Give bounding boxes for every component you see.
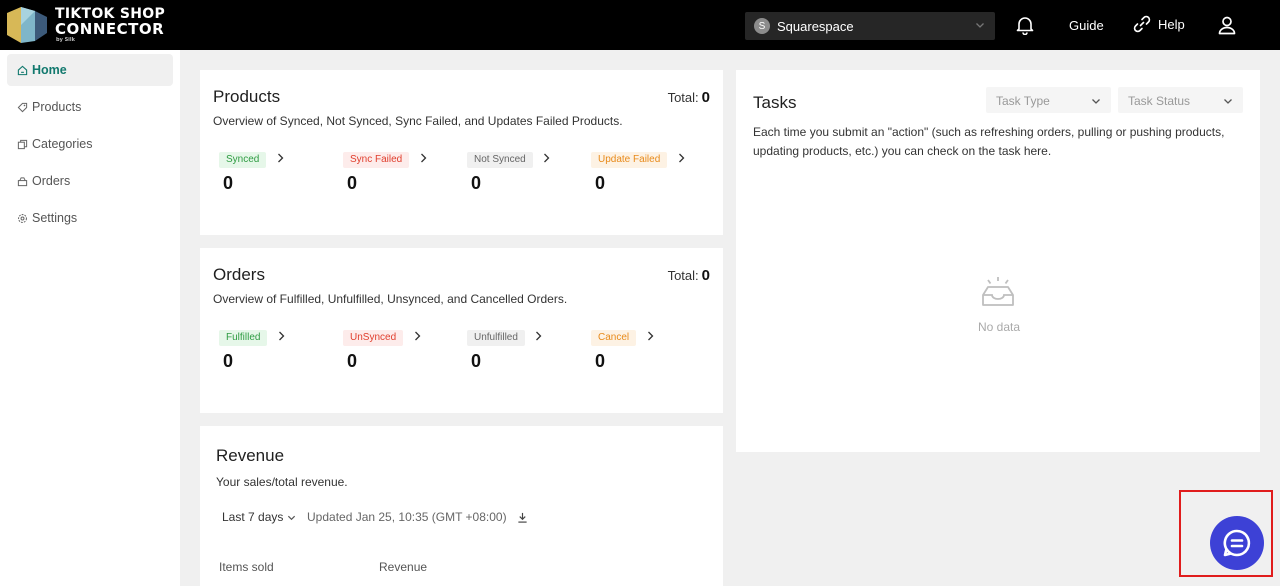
- task-status-placeholder: Task Status: [1128, 94, 1191, 108]
- chevron-right-icon: [544, 153, 550, 163]
- stat-value: 0: [223, 351, 234, 371]
- stat-value: 0: [471, 351, 482, 371]
- tag-icon: [17, 102, 28, 112]
- unfulfilled-tag: Unfulfilled: [467, 330, 525, 346]
- sidebar-item-label: Home: [32, 63, 67, 77]
- unsynced-tag: UnSynced: [343, 330, 404, 346]
- guide-link[interactable]: Guide: [1069, 18, 1104, 33]
- stat-sync-failed[interactable]: Sync Failed 0: [343, 149, 427, 193]
- chevron-down-icon: [1224, 99, 1232, 104]
- orders-total-value: 0: [701, 267, 710, 284]
- user-icon[interactable]: [1217, 15, 1237, 35]
- sidebar-item-orders[interactable]: Orders: [7, 165, 173, 197]
- link-icon: [1133, 15, 1151, 33]
- stat-value: 0: [223, 173, 234, 193]
- updated-text: Updated Jan 25, 10:35 (GMT +08:00): [307, 510, 507, 524]
- tasks-title: Tasks: [753, 93, 797, 112]
- stat-synced[interactable]: Synced 0: [219, 149, 284, 193]
- updated-info: Updated Jan 25, 10:35 (GMT +08:00): [307, 510, 528, 524]
- revenue-description: Your sales/total revenue.: [216, 475, 348, 489]
- sidebar-item-label: Products: [32, 100, 82, 114]
- empty-inbox-icon: [982, 277, 1014, 306]
- logo-icon: [7, 7, 47, 43]
- products-title: Products: [213, 87, 281, 106]
- empty-text: No data: [978, 320, 1021, 334]
- chevron-right-icon: [536, 331, 542, 341]
- chevron-right-icon: [647, 331, 654, 341]
- chevron-right-icon: [277, 153, 284, 163]
- box-icon: [17, 176, 28, 186]
- stat-value: 0: [347, 351, 358, 371]
- top-bar: TIKTOK SHOP CONNECTOR by Silk S Squaresp…: [0, 0, 1280, 50]
- update-failed-tag: Update Failed: [591, 152, 668, 168]
- chevron-right-icon: [278, 331, 285, 341]
- orders-title: Orders: [213, 265, 265, 284]
- chevron-right-icon: [420, 153, 427, 163]
- products-card: Products Total: 0 Overview of Synced, Not…: [200, 70, 723, 235]
- products-total-value: 0: [701, 89, 710, 106]
- stat-cancel[interactable]: Cancel 0: [591, 327, 654, 371]
- chevron-down-icon: [288, 515, 296, 520]
- logo-line2: CONNECTOR: [55, 20, 165, 38]
- items-sold-label: Items sold: [219, 560, 274, 574]
- sidebar-item-settings[interactable]: Settings: [7, 202, 173, 234]
- store-select[interactable]: S Squarespace: [745, 12, 995, 40]
- stat-fulfilled[interactable]: Fulfilled 0: [219, 327, 285, 371]
- store-name: Squarespace: [777, 18, 854, 34]
- help-label: Help: [1158, 16, 1185, 32]
- orders-card: Orders Total: 0 Overview of Fulfilled, Un…: [200, 248, 723, 413]
- fulfilled-tag: Fulfilled: [219, 330, 268, 346]
- date-range-label: Last 7 days: [222, 510, 284, 524]
- task-type-placeholder: Task Type: [996, 94, 1050, 108]
- stat-value: 0: [595, 173, 606, 193]
- chevron-down-icon: [976, 23, 984, 28]
- sidebar-item-products[interactable]: Products: [7, 91, 173, 123]
- sidebar-item-label: Orders: [32, 174, 71, 188]
- stat-value: 0: [595, 351, 606, 371]
- date-range-select[interactable]: Last 7 days: [222, 510, 296, 524]
- revenue-title: Revenue: [216, 446, 285, 465]
- sidebar-item-label: Settings: [32, 211, 78, 225]
- help-link[interactable]: Help: [1133, 15, 1185, 33]
- sidebar: Home Products Categories Orders Settings: [0, 50, 180, 586]
- sidebar-item-label: Categories: [32, 137, 93, 151]
- download-icon[interactable]: [517, 512, 528, 523]
- cancel-tag: Cancel: [591, 330, 637, 346]
- not-synced-tag: Not Synced: [467, 152, 533, 168]
- products-description: Overview of Synced, Not Synced, Sync Fai…: [213, 114, 623, 128]
- gear-icon: [18, 213, 27, 223]
- sidebar-item-categories[interactable]: Categories: [7, 128, 173, 160]
- stat-unfulfilled[interactable]: Unfulfilled 0: [467, 327, 542, 371]
- copy-icon: [17, 139, 28, 149]
- chevron-right-icon: [414, 331, 421, 341]
- logo[interactable]: TIKTOK SHOP CONNECTOR by Silk: [5, 5, 165, 45]
- orders-total: Total: 0: [668, 267, 710, 284]
- task-type-select[interactable]: Task Type: [986, 87, 1111, 113]
- revenue-label: Revenue: [379, 560, 428, 574]
- stat-not-synced[interactable]: Not Synced 0: [467, 149, 550, 193]
- sync-failed-tag: Sync Failed: [343, 152, 410, 168]
- tasks-description: Each time you submit an "action" (such a…: [753, 125, 1225, 158]
- stat-value: 0: [347, 173, 358, 193]
- products-total-label: Total:: [667, 90, 699, 105]
- chat-button[interactable]: [1210, 516, 1264, 570]
- chat-icon: [1223, 529, 1251, 557]
- orders-total-label: Total:: [667, 268, 699, 283]
- chevron-down-icon: [1092, 99, 1100, 104]
- home-icon: [17, 65, 28, 75]
- stat-value: 0: [471, 173, 482, 193]
- chevron-right-icon: [678, 153, 685, 163]
- bell-icon[interactable]: [1015, 15, 1035, 35]
- sidebar-item-home[interactable]: Home: [7, 54, 173, 86]
- revenue-card: Revenue Your sales/total revenue. Last 7…: [200, 426, 723, 586]
- stat-unsynced[interactable]: UnSynced 0: [343, 327, 421, 371]
- store-avatar: S: [754, 18, 770, 34]
- tasks-card: Tasks Task Type Task Status Each time yo…: [736, 70, 1260, 452]
- products-total: Total: 0: [668, 89, 710, 106]
- task-status-select[interactable]: Task Status: [1118, 87, 1243, 113]
- stat-update-failed[interactable]: Update Failed 0: [591, 149, 685, 193]
- synced-tag: Synced: [219, 152, 267, 168]
- orders-description: Overview of Fulfilled, Unfulfilled, Unsy…: [213, 292, 568, 306]
